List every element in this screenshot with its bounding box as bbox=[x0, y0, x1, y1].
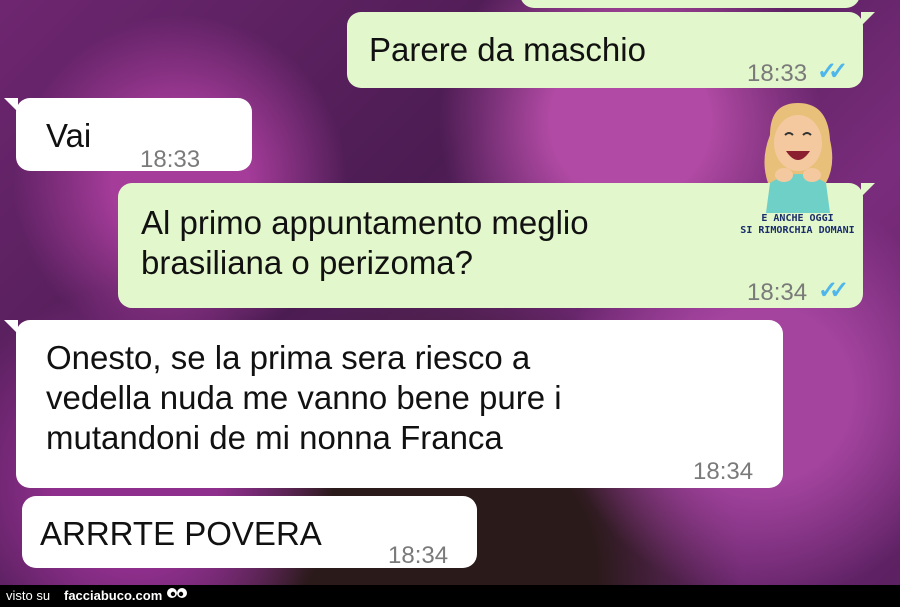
laughing-woman-sticker-icon bbox=[764, 103, 833, 213]
incoming-message[interactable]: ARRRTE POVERA 18:34 bbox=[22, 496, 477, 569]
read-receipt-icon: ✓✓ bbox=[817, 58, 848, 85]
read-receipt-icon: ✓✓ bbox=[818, 277, 849, 304]
message-time: 18:33 bbox=[140, 146, 201, 173]
chat-area: Parere da maschio 18:33 ✓✓ Vai 18:33 Al … bbox=[0, 0, 900, 585]
message-time: 18:34 bbox=[693, 458, 754, 485]
eyes-icon bbox=[167, 588, 187, 598]
sticker-caption: E ANCHE OGGI SI RIMORCHIA DOMANI bbox=[740, 213, 855, 236]
sticker: E ANCHE OGGI SI RIMORCHIA DOMANI bbox=[740, 95, 855, 255]
message-text: ARRRTE POVERA bbox=[40, 515, 322, 552]
message-time: 18:34 bbox=[747, 279, 808, 306]
message-text: Vai bbox=[46, 117, 92, 154]
incoming-message[interactable]: Onesto, se la prima sera riesco a vedell… bbox=[4, 320, 783, 488]
message-time: 18:33 bbox=[747, 60, 808, 87]
footer-visto-su: visto su bbox=[6, 588, 51, 603]
message-text: Onesto, se la prima sera riesco a vedell… bbox=[46, 339, 562, 456]
message-text: Al primo appuntamento meglio brasiliana … bbox=[141, 204, 589, 281]
outgoing-message[interactable]: Parere da maschio 18:33 ✓✓ bbox=[347, 12, 875, 88]
incoming-message[interactable]: Vai 18:33 bbox=[4, 98, 252, 173]
footer-site-name: facciabuco.com bbox=[64, 588, 163, 603]
message-time: 18:34 bbox=[388, 542, 449, 569]
outgoing-message-partial[interactable] bbox=[520, 0, 860, 8]
message-text: Parere da maschio bbox=[369, 31, 646, 68]
watermark-footer: visto su facciabuco.com bbox=[0, 585, 900, 607]
